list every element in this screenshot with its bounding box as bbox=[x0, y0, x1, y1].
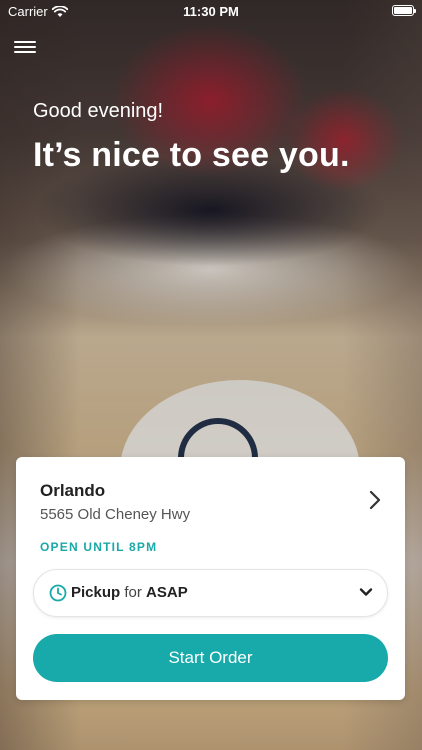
battery-icon bbox=[392, 5, 416, 16]
location-address: 5565 Old Cheney Hwy bbox=[40, 506, 191, 523]
location-city: Orlando bbox=[40, 481, 106, 500]
hamburger-menu-icon[interactable] bbox=[14, 38, 36, 58]
order-for-label: for bbox=[124, 584, 142, 601]
order-mode-label: Pickup bbox=[71, 584, 121, 601]
chevron-right-icon[interactable] bbox=[367, 489, 383, 511]
location-selector[interactable]: Orlando 5565 Old Cheney Hwy bbox=[16, 457, 405, 547]
status-time: 11:30 PM bbox=[183, 4, 239, 19]
order-time-label: ASAP bbox=[146, 584, 188, 601]
store-hours-label: OPEN UNTIL 8PM bbox=[40, 540, 158, 554]
location-card: Orlando 5565 Old Cheney Hwy OPEN UNTIL 8… bbox=[16, 457, 405, 700]
greeting-text: Good evening! bbox=[33, 100, 164, 122]
pickup-summary: Pickup for ASAP bbox=[71, 584, 188, 601]
headline-text: It’s nice to see you. bbox=[33, 136, 350, 174]
pickup-time-selector[interactable]: Pickup for ASAP bbox=[33, 569, 388, 617]
chevron-down-icon[interactable] bbox=[359, 587, 373, 597]
clock-icon bbox=[49, 584, 67, 602]
start-order-button[interactable]: Start Order bbox=[33, 634, 388, 682]
status-bar: Carrier 11:30 PM bbox=[0, 0, 422, 22]
